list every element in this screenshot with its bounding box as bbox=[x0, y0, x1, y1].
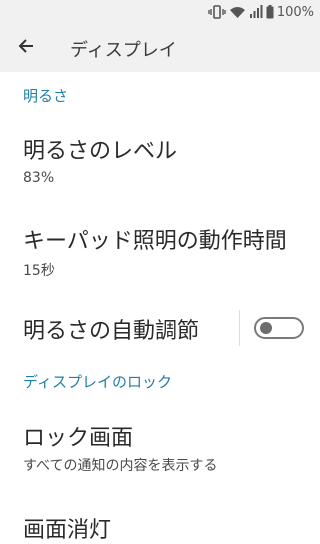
vibrate-icon bbox=[208, 5, 226, 19]
screen-off-title: 画面消灯 bbox=[23, 518, 112, 543]
wifi-icon bbox=[229, 5, 246, 19]
back-button[interactable] bbox=[12, 34, 40, 62]
keypad-backlight-title: キーパッド照明の動作時間 bbox=[23, 229, 287, 254]
section-header-brightness: 明るさ bbox=[23, 87, 69, 105]
battery-percent: 100% bbox=[276, 4, 314, 20]
app-bar: ディスプレイ bbox=[0, 24, 320, 72]
auto-brightness-title: 明るさの自動調節 bbox=[23, 319, 200, 344]
status-icons: 100% bbox=[208, 3, 314, 21]
lock-screen-title: ロック画面 bbox=[23, 426, 134, 451]
keypad-backlight-value: 15秒 bbox=[23, 263, 55, 279]
battery-icon bbox=[266, 5, 274, 19]
lock-screen-subtitle: すべての通知の内容を表示する bbox=[23, 458, 218, 474]
brightness-level-title: 明るさのレベル bbox=[23, 139, 178, 164]
signal-icon bbox=[249, 5, 263, 19]
arrow-back-icon bbox=[17, 37, 35, 59]
status-bar: 100% bbox=[0, 0, 320, 24]
auto-brightness-toggle[interactable] bbox=[254, 317, 304, 339]
page-title: ディスプレイ bbox=[70, 40, 177, 61]
divider bbox=[239, 310, 240, 346]
section-header-display-lock: ディスプレイのロック bbox=[23, 373, 172, 391]
brightness-level-value: 83% bbox=[23, 170, 55, 186]
toggle-knob bbox=[260, 322, 272, 334]
